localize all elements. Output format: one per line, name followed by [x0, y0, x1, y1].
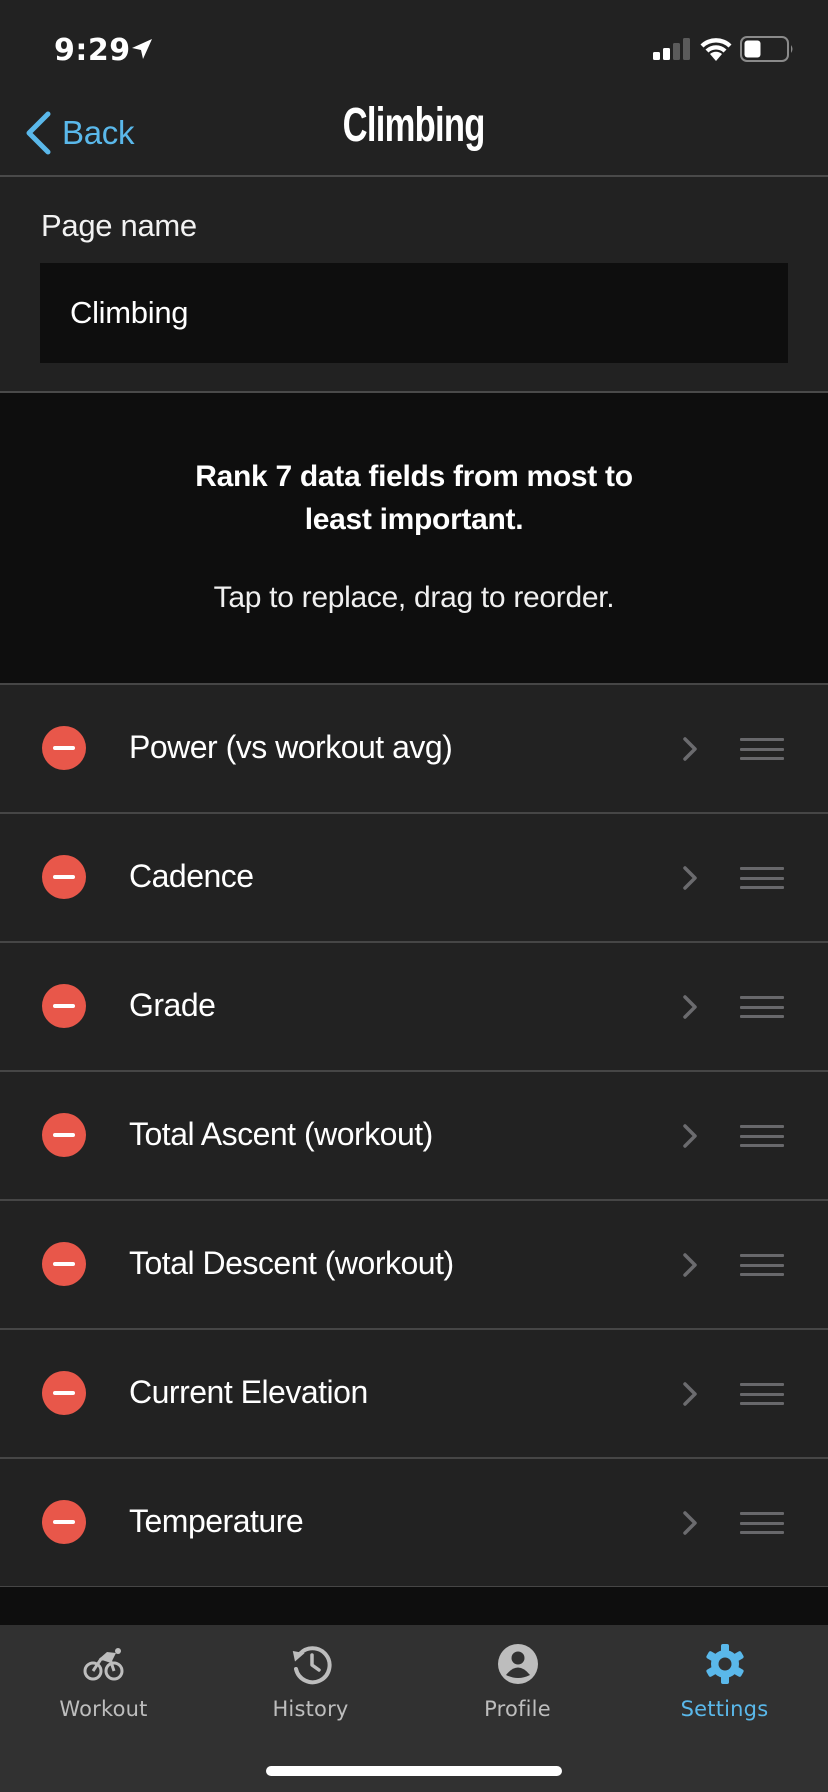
instructions-panel: Rank 7 data fields from most to least im…: [0, 393, 828, 683]
tab-history[interactable]: History: [207, 1625, 414, 1735]
tab-label: History: [272, 1697, 349, 1721]
page-title-text: Climbing: [342, 99, 486, 152]
delete-field-button[interactable]: [42, 1242, 86, 1286]
instructions-heading: Rank 7 data fields from most to least im…: [0, 455, 828, 541]
instructions-heading-line2: least important.: [304, 503, 524, 536]
chevron-right-icon: [683, 1124, 697, 1148]
data-field-row[interactable]: Current Elevation: [0, 1328, 828, 1457]
delete-field-button[interactable]: [42, 726, 86, 770]
data-field-row[interactable]: Temperature: [0, 1457, 828, 1588]
wifi-icon: [700, 38, 732, 61]
history-icon: [292, 1646, 332, 1685]
drag-handle-icon[interactable]: [740, 1382, 784, 1406]
chevron-right-icon: [683, 995, 697, 1019]
data-field-row[interactable]: Cadence: [0, 812, 828, 941]
tab-label: Workout: [59, 1697, 148, 1721]
data-field-row[interactable]: Grade: [0, 941, 828, 1070]
chevron-right-icon: [683, 1382, 697, 1406]
delete-field-button[interactable]: [42, 1371, 86, 1415]
data-field-label: Temperature: [129, 1503, 304, 1539]
instructions-heading-line1: Rank 7 data fields from most to: [195, 460, 633, 493]
chevron-right-icon: [683, 1511, 697, 1535]
gear-icon: [706, 1644, 744, 1684]
delete-field-button[interactable]: [42, 1500, 86, 1544]
data-field-label: Total Descent (workout): [129, 1245, 454, 1281]
data-field-row[interactable]: Total Ascent (workout): [0, 1070, 828, 1199]
tab-settings[interactable]: Settings: [621, 1625, 828, 1735]
battery-icon: [740, 36, 793, 62]
tab-workout[interactable]: Workout: [0, 1625, 207, 1735]
data-field-list: Power (vs workout avg) Cadence Grade Tot…: [0, 683, 828, 1588]
tab-label: Settings: [680, 1697, 769, 1721]
instructions-hint: Tap to replace, drag to reorder.: [213, 581, 615, 614]
drag-handle-icon[interactable]: [740, 866, 784, 890]
drag-handle-icon[interactable]: [740, 1253, 784, 1277]
header-divider: [0, 175, 828, 177]
drag-handle-icon[interactable]: [740, 995, 784, 1019]
delete-field-button[interactable]: [42, 984, 86, 1028]
data-field-label: Cadence: [129, 858, 254, 894]
delete-field-button[interactable]: [42, 1113, 86, 1157]
list-footer-area: [0, 1587, 828, 1625]
location-arrow-icon: [132, 39, 152, 59]
page-name-input[interactable]: [40, 263, 788, 363]
drag-handle-icon[interactable]: [740, 737, 784, 761]
data-field-row[interactable]: Total Descent (workout): [0, 1199, 828, 1328]
cellular-signal-icon: [653, 38, 690, 60]
data-field-label: Current Elevation: [129, 1374, 368, 1410]
data-field-label: Power (vs workout avg): [129, 729, 453, 765]
bicycle-icon: [83, 1648, 124, 1681]
drag-handle-icon[interactable]: [740, 1511, 784, 1535]
chevron-right-icon: [683, 737, 697, 761]
tab-profile[interactable]: Profile: [414, 1625, 621, 1735]
chevron-right-icon: [683, 1253, 697, 1277]
profile-icon: [498, 1644, 538, 1684]
chevron-right-icon: [683, 866, 697, 890]
home-indicator[interactable]: [266, 1766, 562, 1776]
status-time: 9:29: [54, 33, 131, 68]
data-field-label: Grade: [129, 987, 216, 1023]
page-title: Climbing: [0, 98, 828, 153]
page-name-label: Page name: [41, 208, 197, 243]
data-field-label: Total Ascent (workout): [129, 1116, 433, 1152]
delete-field-button[interactable]: [42, 855, 86, 899]
drag-handle-icon[interactable]: [740, 1124, 784, 1148]
data-field-row[interactable]: Power (vs workout avg): [0, 683, 828, 812]
tab-label: Profile: [484, 1697, 551, 1721]
